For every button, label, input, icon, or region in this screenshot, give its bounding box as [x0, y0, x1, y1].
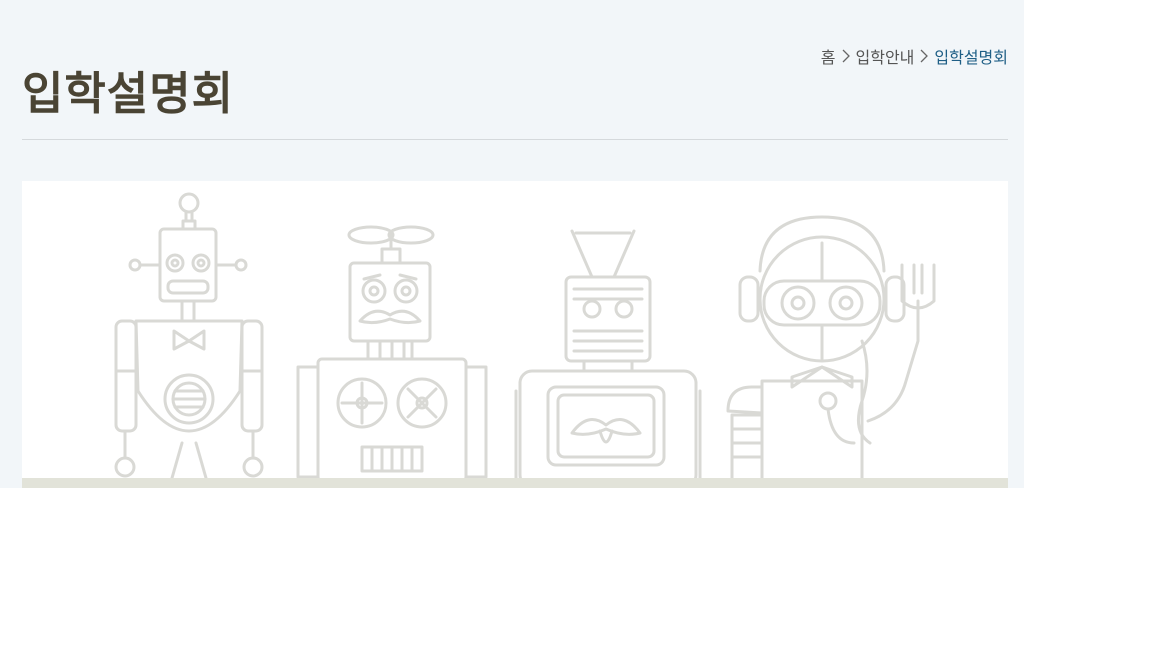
page-content: 홈 입학안내 입학설명회 입학설명회: [0, 0, 1024, 488]
robots-banner: [22, 181, 1008, 488]
breadcrumb-admission-guide[interactable]: 입학안내: [856, 44, 915, 68]
robot-icon: [114, 192, 264, 480]
chevron-right-icon: [842, 49, 850, 63]
title-divider: [22, 139, 1008, 140]
ground-strip: [22, 478, 1008, 488]
breadcrumb-home[interactable]: 홈: [821, 44, 836, 68]
robot-icon: [726, 215, 936, 483]
breadcrumb-current[interactable]: 입학설명회: [934, 44, 1008, 68]
chevron-right-icon: [920, 49, 929, 63]
page-title: 입학설명회: [22, 67, 235, 120]
robot-icon: [514, 229, 702, 488]
robot-icon: [296, 225, 488, 483]
robots-illustration: [22, 192, 1008, 488]
breadcrumb: 홈 입학안내 입학설명회: [821, 44, 1008, 68]
